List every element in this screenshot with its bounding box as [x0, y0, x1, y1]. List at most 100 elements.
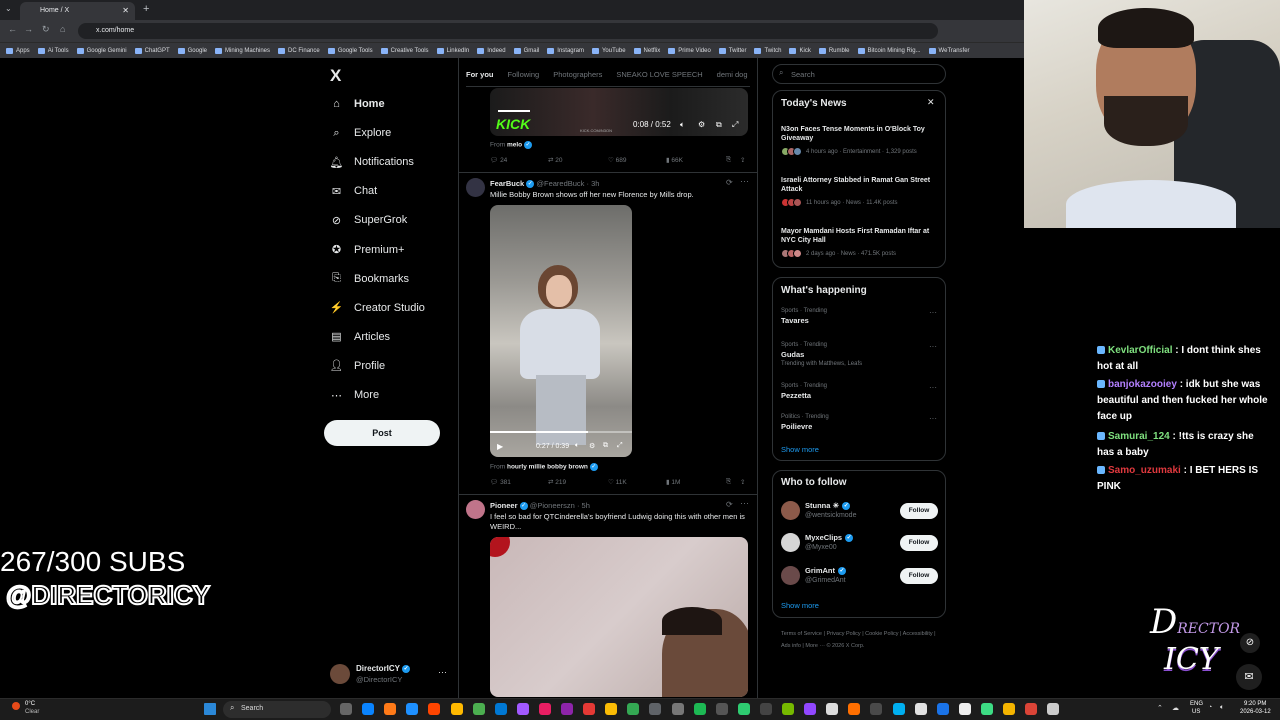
taskbar-app-icon[interactable] [693, 703, 706, 715]
taskbar-app-icon[interactable] [759, 703, 772, 715]
bookmark-item[interactable]: YouTube [591, 47, 626, 54]
nav-item-home[interactable]: ⌂ Home [330, 93, 384, 115]
bookmark-item[interactable]: Google Tools [327, 47, 373, 54]
taskbar-app-icon[interactable] [958, 703, 971, 715]
forward-icon[interactable]: → [24, 24, 33, 34]
views-button[interactable]: ▮ 1M [666, 478, 726, 486]
nav-item-chat[interactable]: ✉ Chat [330, 180, 377, 202]
follow-suggestion[interactable]: GrimAnt ✓ @GrimedAnt Follow [781, 566, 941, 588]
show-more-link[interactable]: Show more [781, 601, 819, 610]
taskbar-app-icon[interactable] [1003, 703, 1015, 715]
taskbar-app-icon[interactable] [516, 703, 529, 715]
bookmark-item[interactable]: Ai Tools [37, 47, 69, 54]
bookmark-item[interactable]: Mining Machines [215, 47, 270, 54]
bookmark-item[interactable]: DC Finance [278, 47, 320, 54]
repost-button[interactable]: ⇄ 219 [548, 478, 608, 486]
avatar[interactable] [466, 500, 485, 519]
bookmark-item[interactable]: Google [177, 47, 207, 54]
share-icon[interactable]: ⇪ [740, 478, 745, 486]
post-time[interactable]: 3h [591, 179, 599, 188]
share-icon[interactable]: ⇪ [740, 156, 745, 164]
news-item[interactable]: N3on Faces Tense Moments in O'Block Toy … [781, 125, 941, 156]
bookmark-item[interactable]: Kick [789, 47, 811, 54]
taskbar-app-icon[interactable] [538, 703, 551, 715]
taskbar-app-icon[interactable] [980, 703, 993, 715]
clock-time[interactable]: 9:20 PM [1244, 701, 1266, 707]
bookmark-item[interactable]: Creative Tools [380, 47, 429, 54]
chat-username[interactable]: KevlarOfficial [1108, 345, 1172, 356]
taskbar-app-icon[interactable] [892, 703, 905, 715]
video-player[interactable] [490, 537, 748, 697]
cloud-icon[interactable]: ☁ [1172, 704, 1179, 712]
nav-item-profile[interactable]: 👤︎ Profile [330, 355, 386, 377]
author-name[interactable]: FearBuck [490, 179, 524, 188]
bookmark-item[interactable]: WeTransfer [928, 47, 970, 54]
taskbar-app-icon[interactable] [384, 703, 397, 715]
tab-for-you[interactable]: For you [466, 70, 494, 79]
pip-icon[interactable]: ⧉ [716, 120, 722, 130]
taskbar-app-icon[interactable] [362, 703, 375, 715]
taskbar-app-icon[interactable] [340, 703, 352, 715]
taskbar-app-icon[interactable] [671, 703, 684, 715]
taskbar-app-icon[interactable] [627, 703, 640, 715]
tray-chevron-icon[interactable]: ⌃ [1157, 704, 1163, 712]
grok-icon[interactable]: ⟳ [726, 178, 733, 187]
taskbar-app-icon[interactable] [715, 703, 728, 715]
taskbar-app-icon[interactable] [804, 703, 817, 715]
bookmark-item[interactable]: Bitcoin Mining Rig... [857, 47, 921, 54]
more-dots-icon[interactable]: ··· [929, 383, 937, 392]
chat-username[interactable]: Samurai_124 [1108, 431, 1170, 442]
views-button[interactable]: ▮ 66K [666, 156, 726, 164]
grok-float-icon[interactable]: ⊘ [1240, 633, 1260, 653]
windows-start-icon[interactable] [204, 703, 216, 715]
chat-username[interactable]: banjokazooiey [1108, 379, 1177, 390]
reply-button[interactable]: 💬︎ 24 [490, 156, 548, 164]
bookmark-icon[interactable]: ⎘ [726, 478, 740, 486]
language[interactable]: ENG [1190, 701, 1203, 707]
nav-item-creator-studio[interactable]: ⚡ Creator Studio [330, 297, 425, 319]
chat-username[interactable]: Samo_uzumaki [1108, 465, 1181, 476]
settings-icon[interactable]: ⚙ [589, 442, 595, 450]
bookmark-item[interactable]: ChatGPT [134, 47, 170, 54]
nav-item-bookmarks[interactable]: ⎘ Bookmarks [330, 268, 409, 290]
messages-float-icon[interactable]: ✉ [1236, 664, 1262, 690]
taskbar-app-icon[interactable] [583, 703, 596, 715]
tab-following[interactable]: Following [508, 70, 540, 79]
like-button[interactable]: ♡ 689 [608, 156, 666, 164]
back-icon[interactable]: ← [8, 24, 17, 34]
region[interactable]: US [1192, 709, 1200, 715]
grok-icon[interactable]: ⟳ [726, 500, 733, 509]
settings-icon[interactable]: ⚙ [698, 120, 705, 129]
bookmark-icon[interactable]: ⎘ [726, 156, 740, 164]
more-dots-icon[interactable]: ··· [929, 342, 937, 351]
network-icon[interactable]: ◔ [1208, 704, 1212, 711]
x-logo[interactable]: X [330, 66, 341, 86]
play-icon[interactable]: ▶ [497, 442, 503, 451]
nav-item-supergrok[interactable]: ⊘ SuperGrok [330, 209, 407, 231]
tab-menu-icon[interactable]: ⌄ [5, 4, 12, 13]
more-dots-icon[interactable]: ··· [740, 498, 749, 508]
author-handle[interactable]: @Pioneerszn [530, 501, 575, 510]
bookmark-item[interactable]: Google Gemini [76, 47, 127, 54]
close-icon[interactable]: ✕ [927, 97, 935, 108]
account-switcher[interactable]: DirectorICY ✓ @DirectorICY ··· [330, 662, 450, 686]
nav-item-more[interactable]: ⋯ More [330, 384, 379, 406]
taskbar-app-icon[interactable] [406, 703, 419, 715]
tab-photographers[interactable]: Photographers [553, 70, 602, 79]
taskbar-app-icon[interactable] [914, 703, 927, 715]
taskbar-app-icon[interactable] [649, 703, 662, 715]
volume-icon[interactable]: 🔈︎ [1220, 704, 1224, 712]
taskbar-app-icon[interactable] [561, 703, 573, 715]
news-item[interactable]: Mayor Mamdani Hosts First Ramadan Iftar … [781, 227, 941, 258]
bookmark-item[interactable]: Indeed [477, 47, 506, 54]
follow-button[interactable]: Follow [900, 535, 938, 551]
bookmark-item[interactable]: LinkedIn [436, 47, 469, 54]
follow-button[interactable]: Follow [900, 568, 938, 584]
show-more-link[interactable]: Show more [781, 445, 819, 454]
trend-item[interactable]: Sports · Trending Gudas Trending with Matt… [781, 342, 941, 367]
reload-icon[interactable]: ↻ [42, 24, 50, 35]
taskbar-app-icon[interactable] [472, 703, 485, 715]
taskbar-app-icon[interactable] [826, 703, 839, 715]
taskbar-app-icon[interactable] [737, 703, 750, 715]
fullscreen-icon[interactable]: ⤢ [617, 442, 623, 450]
